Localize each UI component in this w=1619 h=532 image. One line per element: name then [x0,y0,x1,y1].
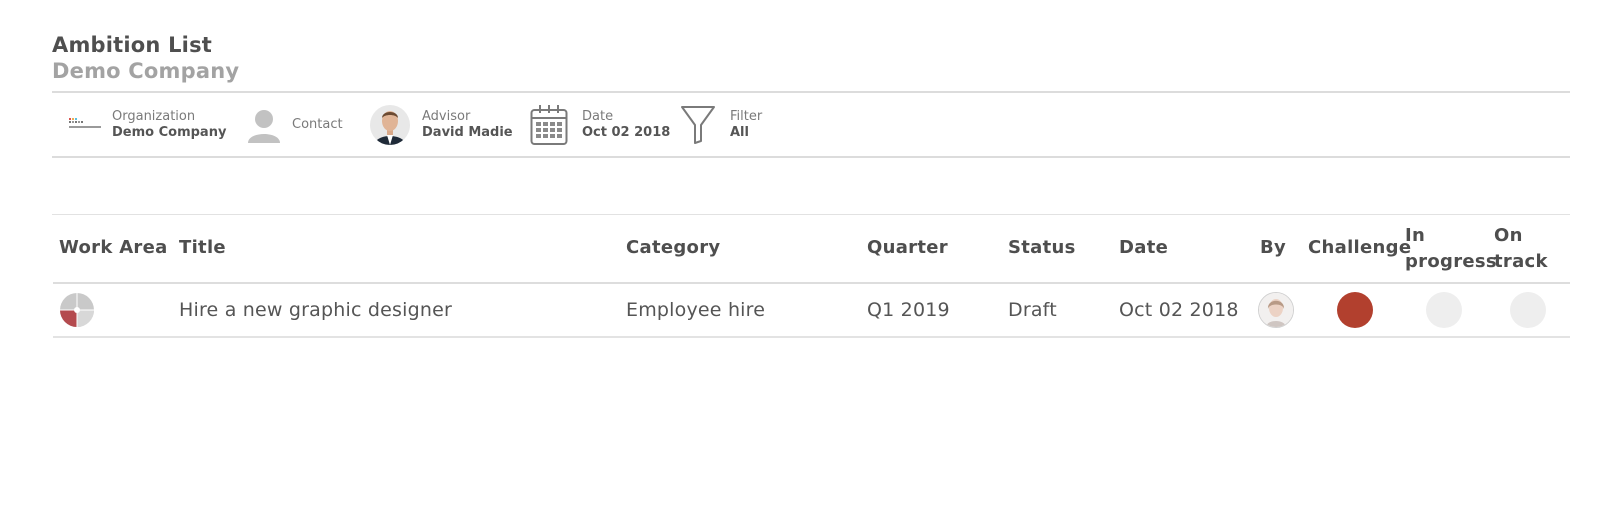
work-area-pie-icon [59,292,95,328]
cell-status: Draft [1008,299,1057,321]
column-in-progress[interactable]: In progress [1405,223,1497,275]
advisor-avatar [370,105,410,145]
funnel-icon [680,105,716,145]
column-in-progress-line1: In [1405,225,1426,246]
column-on-track-line2: track [1494,251,1548,272]
challenge-indicator[interactable] [1337,292,1373,328]
cell-quarter: Q1 2019 [867,299,950,321]
cell-category: Employee hire [626,299,766,321]
table-header: Work Area Title Category Quarter Status … [53,215,1570,284]
date-value: Oct 02 2018 [582,125,671,140]
column-category[interactable]: Category [626,235,720,261]
date-info[interactable]: Date Oct 02 2018 [530,94,670,156]
person-silhouette-icon [246,105,282,145]
organization-label: Organization [112,109,196,124]
column-on-track-line1: On [1494,225,1523,246]
in-progress-indicator[interactable] [1426,292,1462,328]
column-status[interactable]: Status [1008,235,1076,261]
column-in-progress-line2: progress [1405,251,1497,272]
filter-value: All [730,125,749,140]
ambition-table: Work Area Title Category Quarter Status … [53,215,1570,338]
organization-value: Demo Company [112,125,227,140]
table-row[interactable]: Hire a new graphic designer Employee hir… [53,284,1570,338]
contact-info[interactable]: Contact [246,94,343,156]
info-bar: Organization Demo Company Contact Adviso… [52,94,1570,156]
contact-label: Contact [292,117,343,132]
divider-bottom [52,156,1570,158]
on-track-indicator[interactable] [1510,292,1546,328]
column-work-area[interactable]: Work Area [59,235,168,261]
page-title: Ambition List [52,33,213,57]
advisor-value: David Madie [422,125,513,140]
column-quarter[interactable]: Quarter [867,235,948,261]
filter-info[interactable]: Filter All [680,94,762,156]
page-subtitle: Demo Company [52,59,240,83]
page-header: Ambition List Demo Company [52,32,239,84]
date-label: Date [582,109,614,124]
column-by[interactable]: By [1260,235,1286,261]
cell-date: Oct 02 2018 [1119,299,1239,321]
column-title[interactable]: Title [179,235,226,261]
company-logo-icon [68,117,102,133]
advisor-label: Advisor [422,109,471,124]
user-avatar[interactable] [1258,292,1294,328]
advisor-info[interactable]: Advisor David Madie [370,94,513,156]
calendar-icon [530,104,568,146]
divider-top [52,91,1570,93]
filter-label: Filter [730,109,763,124]
column-date[interactable]: Date [1119,235,1168,261]
cell-title[interactable]: Hire a new graphic designer [179,297,452,323]
column-challenge[interactable]: Challenge [1308,235,1411,261]
column-on-track[interactable]: On track [1494,223,1548,275]
organization-info[interactable]: Organization Demo Company [68,94,226,156]
